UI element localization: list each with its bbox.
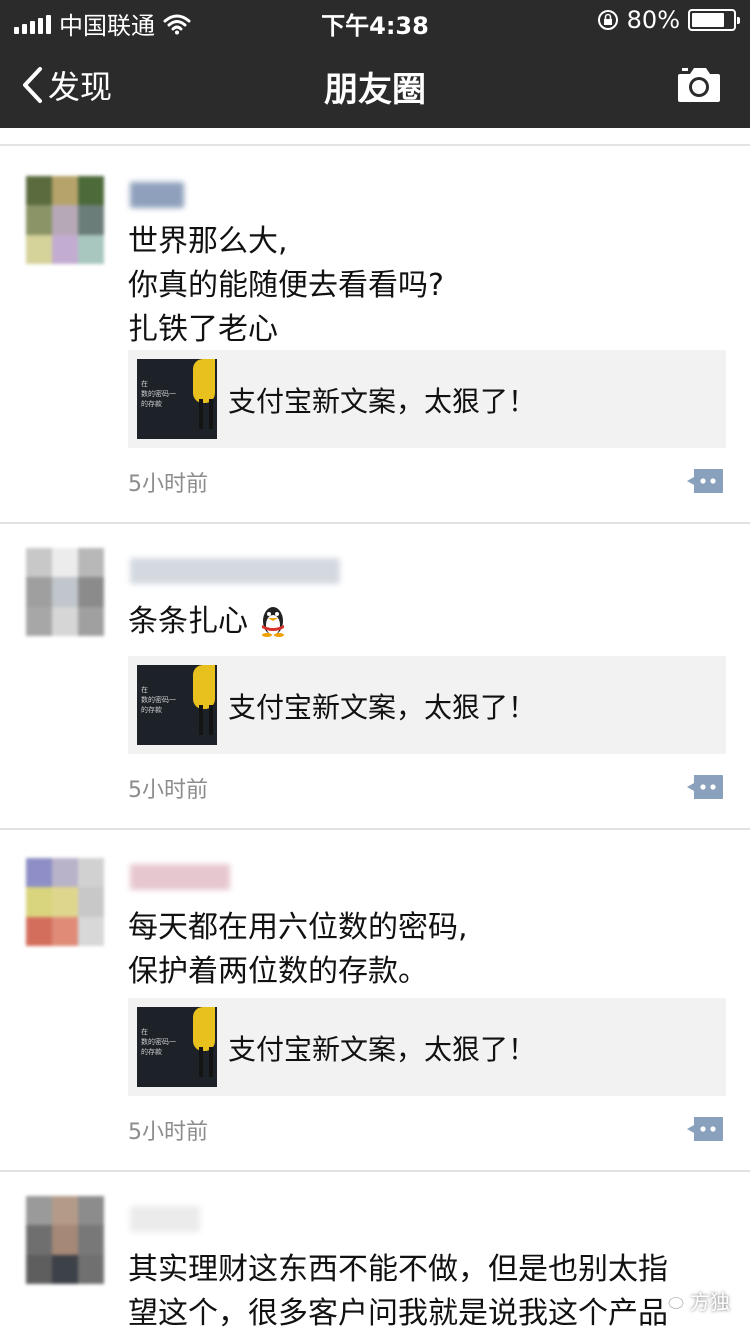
status-bar: 中国联通 下午4:38 80%: [0, 0, 750, 40]
battery-percent: 80%: [626, 6, 680, 34]
post-time: 5小时前: [128, 472, 208, 497]
page-title: 朋友圈: [324, 70, 426, 110]
wechat-logo-icon: [663, 1292, 684, 1309]
avatar[interactable]: [26, 176, 104, 264]
link-thumbnail: 在数的密码一 的存款: [137, 1007, 217, 1087]
nickname-blurred[interactable]: [130, 182, 184, 208]
avatar[interactable]: [26, 858, 104, 946]
post-text-line: 保护着两位数的存款。: [128, 954, 428, 989]
post-text: 每天都在用六位数的密码, 保护着两位数的存款。: [128, 906, 718, 994]
camera-icon[interactable]: [676, 62, 722, 106]
link-title: 支付宝新文案，太狠了！: [228, 1033, 537, 1066]
post-time: 5小时前: [128, 778, 208, 803]
comment-menu-icon[interactable]: [686, 774, 724, 800]
post-time: 5小时前: [128, 1120, 208, 1145]
nickname-blurred[interactable]: [130, 864, 230, 890]
moment-post: 其实理财这东西不能不做，但是也别太指 望这个，很多客户问我就是说我这个产品: [0, 1172, 750, 1334]
moment-post: 条条扎心 在数的密码一 的存款 支付宝新文案，太狠了！ 5小时前: [0, 524, 750, 830]
comment-menu-icon[interactable]: [686, 468, 724, 494]
link-thumbnail: 在数的密码一 的存款: [137, 359, 217, 439]
watermark: 方独: [662, 1286, 730, 1315]
moment-post: 世界那么大, 你真的能随便去看看吗? 扎铁了老心 在数的密码一 的存款 支付宝新文…: [0, 146, 750, 524]
shared-link-card[interactable]: 在数的密码一 的存款 支付宝新文案，太狠了！: [128, 656, 726, 754]
post-text-line: 望这个，很多客户问我就是说我这个产品: [128, 1296, 668, 1331]
nickname-blurred[interactable]: [130, 558, 340, 584]
battery-icon: [688, 9, 740, 31]
post-text-line: 扎铁了老心: [128, 312, 278, 347]
navigation-bar: 发现 朋友圈: [0, 40, 750, 128]
post-text-line: 世界那么大,: [128, 224, 288, 259]
post-text-line: 其实理财这东西不能不做，但是也别太指: [128, 1252, 668, 1287]
post-text-line: 条条扎心: [128, 600, 718, 644]
status-right: 80%: [597, 6, 740, 34]
post-text-line: 你真的能随便去看看吗?: [128, 268, 444, 303]
shared-link-card[interactable]: 在数的密码一 的存款 支付宝新文案，太狠了！: [128, 350, 726, 448]
comment-menu-icon[interactable]: [686, 1116, 724, 1142]
moments-feed: 世界那么大, 你真的能随便去看看吗? 扎铁了老心 在数的密码一 的存款 支付宝新文…: [0, 146, 750, 1334]
shared-link-card[interactable]: 在数的密码一 的存款 支付宝新文案，太狠了！: [128, 998, 726, 1096]
watermark-text: 方独: [690, 1290, 730, 1314]
post-text-line: 每天都在用六位数的密码,: [128, 910, 468, 945]
post-text: 条条扎心: [128, 600, 718, 644]
nickname-blurred[interactable]: [130, 1206, 200, 1232]
avatar[interactable]: [26, 1196, 104, 1284]
link-title: 支付宝新文案，太狠了！: [228, 385, 537, 418]
link-title: 支付宝新文案，太狠了！: [228, 691, 537, 724]
post-text: 其实理财这东西不能不做，但是也别太指 望这个，很多客户问我就是说我这个产品: [128, 1248, 728, 1334]
link-thumbnail: 在数的密码一 的存款: [137, 665, 217, 745]
rotation-lock-icon: [597, 10, 618, 30]
qq-penguin-emoji-icon: [261, 607, 284, 637]
post-text: 世界那么大, 你真的能随便去看看吗? 扎铁了老心: [128, 220, 718, 352]
moment-post: 每天都在用六位数的密码, 保护着两位数的存款。 在数的密码一 的存款 支付宝新文案…: [0, 830, 750, 1172]
avatar[interactable]: [26, 548, 104, 636]
